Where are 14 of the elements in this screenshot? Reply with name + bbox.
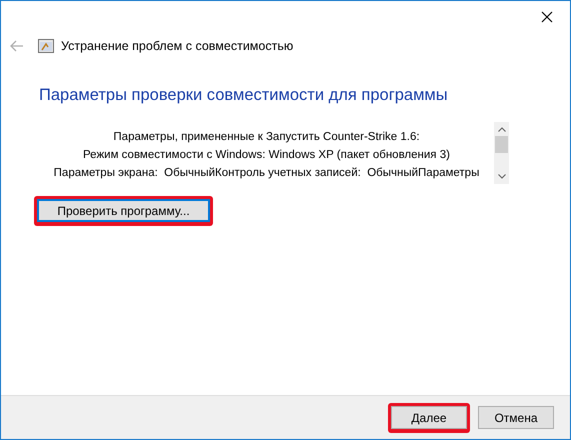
page-heading: Параметры проверки совместимости для программы: [39, 85, 449, 106]
settings-line: Параметры, примененные к Запустить Counter-Strike 1.6:: [113, 130, 420, 145]
scroll-up-icon[interactable]: [498, 126, 506, 132]
troubleshooter-icon: [38, 39, 54, 53]
settings-line: Параметры экрана: ОбычныйКонтроль учетных записей: ОбычныйПараметры: [54, 166, 480, 181]
cancel-button[interactable]: Отмена: [478, 406, 554, 429]
scrollbar[interactable]: [494, 122, 509, 184]
back-arrow-icon[interactable]: [10, 40, 24, 52]
test-program-button[interactable]: Проверить программу...: [37, 199, 210, 222]
header-title: Устранение проблем с совместимостью: [61, 38, 294, 55]
next-button[interactable]: Далее: [391, 406, 467, 429]
scroll-down-icon[interactable]: [498, 174, 506, 179]
scroll-thumb[interactable]: [495, 136, 508, 153]
settings-line: Режим совместимости с Windows: Windows XP (пакет обновления 3): [83, 148, 450, 163]
